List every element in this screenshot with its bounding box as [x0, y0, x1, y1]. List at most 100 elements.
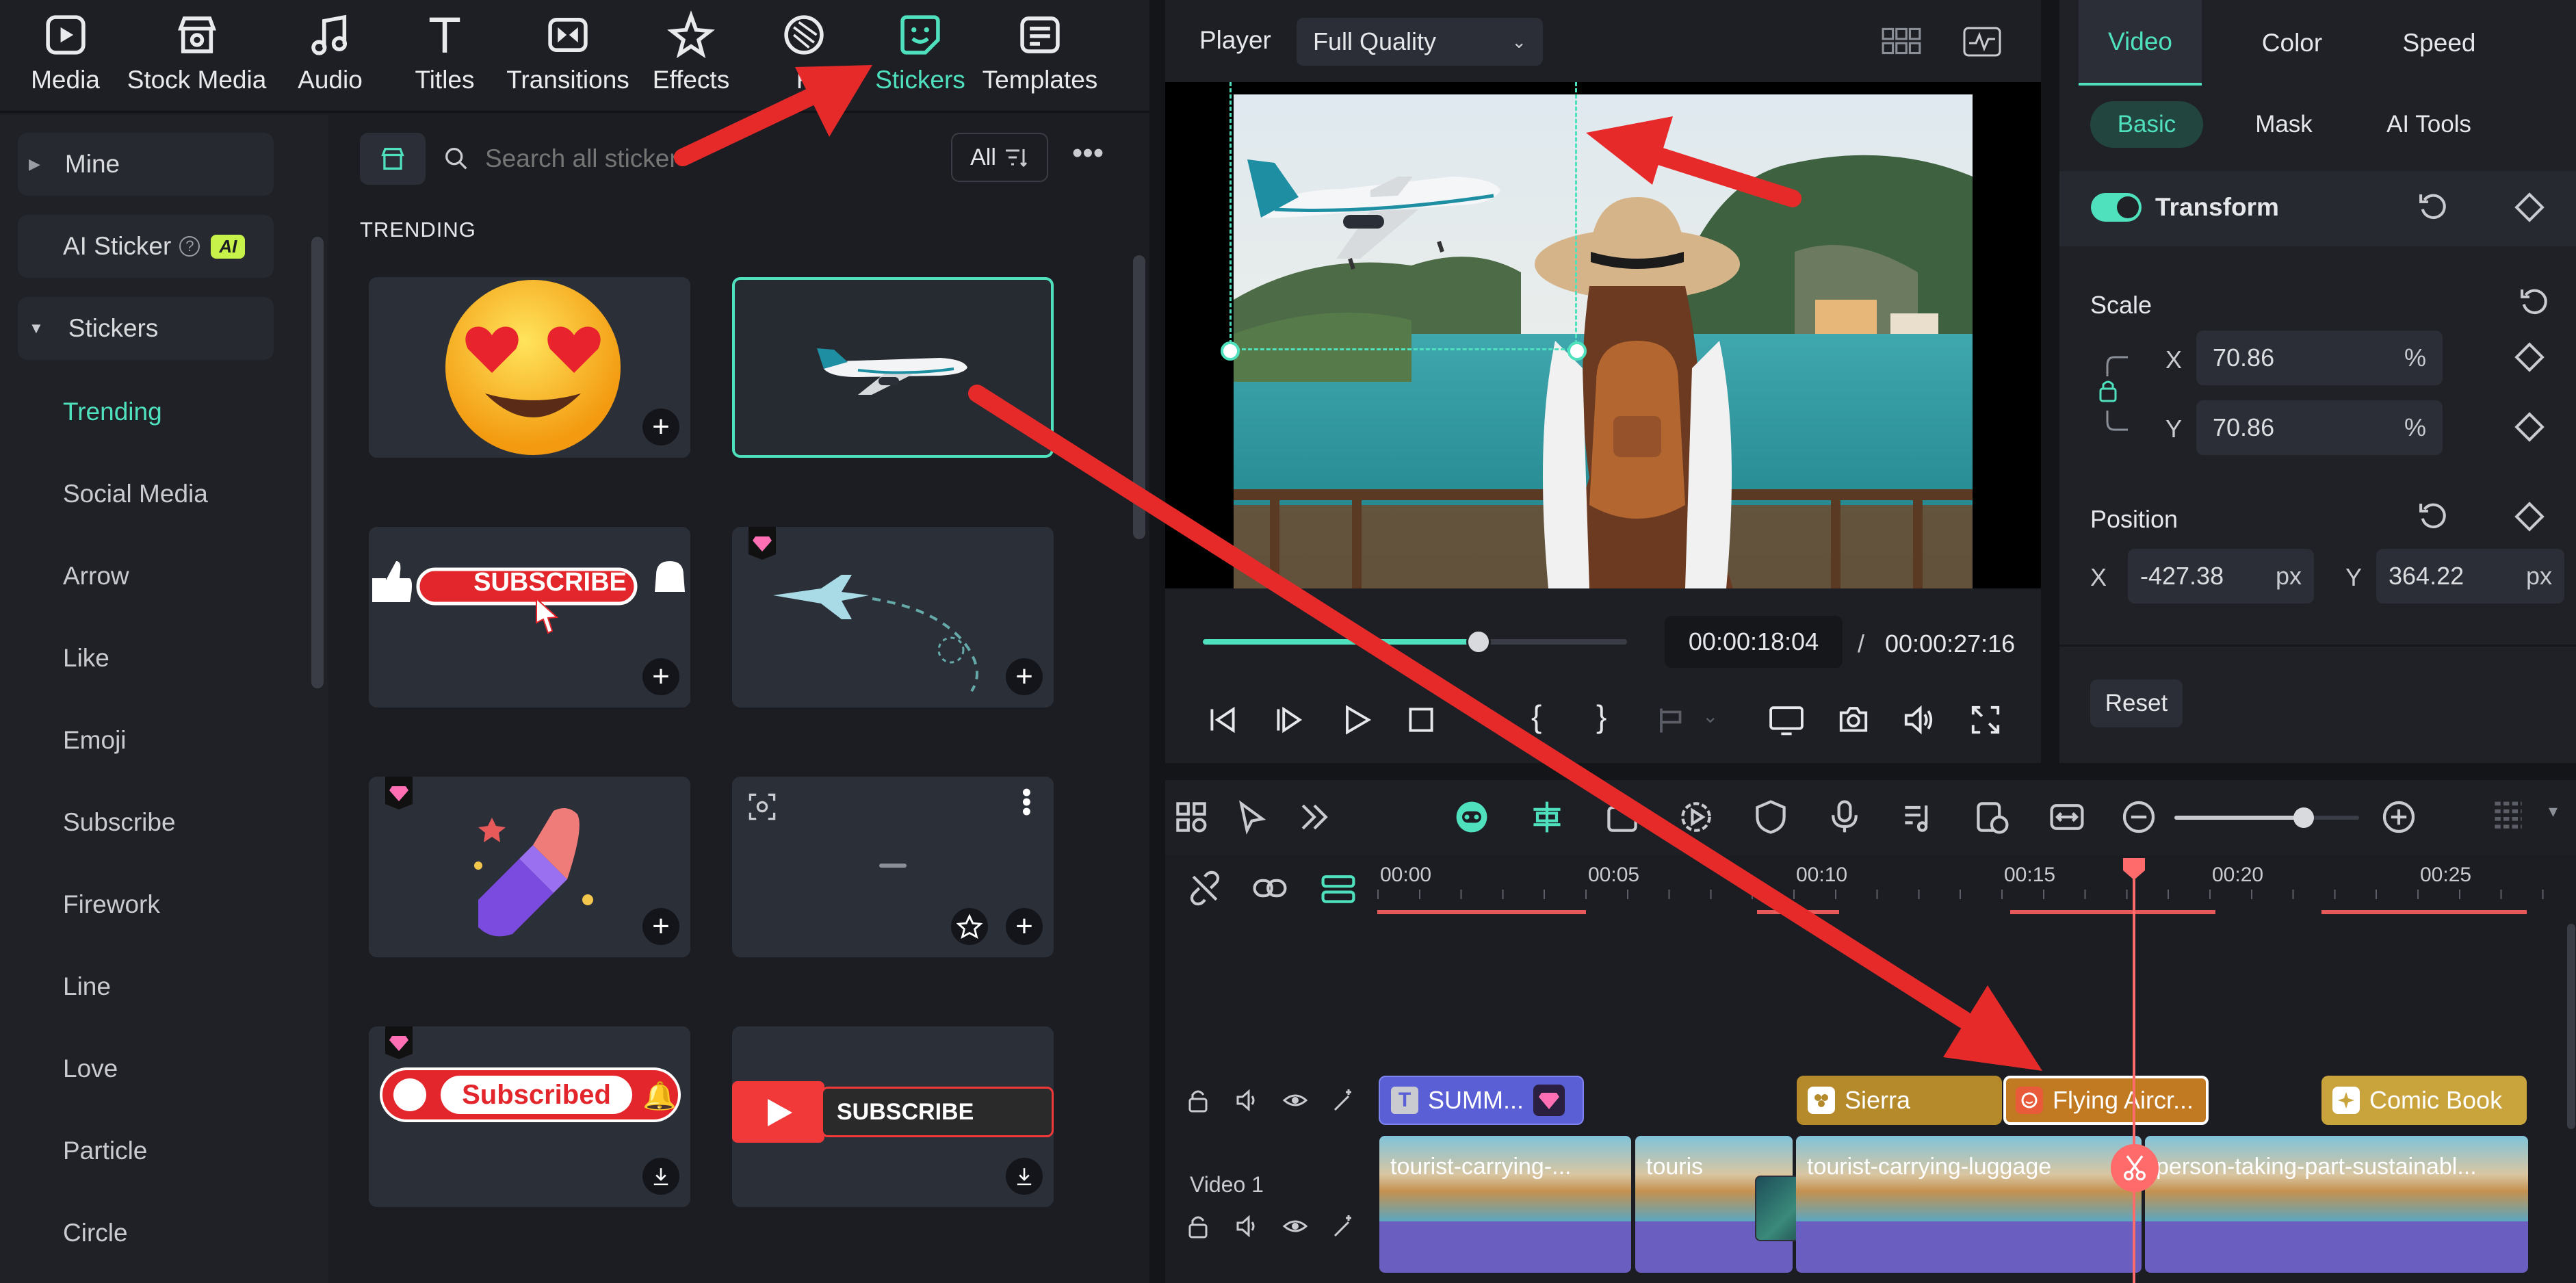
- sidebar-scrollbar[interactable]: [311, 237, 324, 688]
- add-button[interactable]: +: [642, 658, 679, 695]
- sidebar-item-trending[interactable]: Trending: [63, 391, 162, 432]
- reset-icon[interactable]: [2516, 284, 2553, 321]
- grid-scrollbar[interactable]: [1133, 255, 1145, 539]
- nav-filters[interactable]: F: [759, 10, 848, 105]
- sidebar-item-circle[interactable]: Circle: [63, 1213, 128, 1254]
- search-bar[interactable]: [441, 133, 1016, 185]
- microphone-icon[interactable]: [1825, 798, 1864, 836]
- lock-track-icon[interactable]: [1184, 1213, 1212, 1240]
- preview-canvas[interactable]: [1165, 82, 2041, 588]
- timeline-ruler[interactable]: 00:00 00:05 00:10 00:15 00:20 00:25: [1377, 855, 2576, 931]
- fit-width-icon[interactable]: [2048, 798, 2086, 836]
- eye-icon[interactable]: [1282, 1087, 1309, 1114]
- timer-clip-icon[interactable]: [1973, 798, 2011, 836]
- zoom-out-icon[interactable]: [2120, 798, 2158, 836]
- sidebar-item-social-media[interactable]: Social Media: [63, 474, 208, 515]
- nav-audio[interactable]: Audio: [287, 10, 373, 105]
- title-clip[interactable]: T SUMM...: [1379, 1076, 1584, 1125]
- subtab-ai-tools[interactable]: AI Tools: [2371, 101, 2487, 148]
- search-input[interactable]: [485, 144, 772, 173]
- ai-sticker-button[interactable]: AI Sticker ? AI: [18, 215, 274, 278]
- quality-dropdown[interactable]: Full Quality ⌄: [1297, 18, 1543, 66]
- snap-magnet-icon[interactable]: [1528, 798, 1566, 836]
- eye-icon[interactable]: [1282, 1213, 1309, 1240]
- previous-frame-icon[interactable]: [1205, 702, 1240, 738]
- layout-grid-icon[interactable]: [1172, 798, 1210, 836]
- timeline-scrollbar[interactable]: [2567, 924, 2575, 1129]
- scale-x-field[interactable]: 70.86%: [2196, 331, 2443, 385]
- caret-down-icon[interactable]: ▾: [2549, 801, 2558, 822]
- zoom-slider-knob[interactable]: [2293, 807, 2314, 828]
- expand-toolbar-icon[interactable]: [1295, 798, 1333, 836]
- favorite-button[interactable]: [951, 908, 988, 945]
- playhead-handle[interactable]: [2122, 857, 2146, 881]
- download-button[interactable]: [642, 1158, 679, 1195]
- subtab-mask[interactable]: Mask: [2243, 101, 2325, 148]
- sticker-selection-box[interactable]: [1230, 82, 1577, 350]
- video-clip[interactable]: person-taking-part-sustainabl...: [2145, 1136, 2528, 1273]
- volume-icon[interactable]: [1901, 702, 1936, 738]
- keyframe-diamond-icon[interactable]: [2511, 339, 2548, 376]
- snapshot-camera-icon[interactable]: [1836, 702, 1871, 738]
- sticker-card-lipstick[interactable]: +: [369, 777, 690, 957]
- mute-track-icon[interactable]: [1234, 1213, 1261, 1240]
- reset-icon[interactable]: [2415, 189, 2452, 226]
- help-icon[interactable]: ?: [179, 236, 200, 257]
- nav-templates[interactable]: Templates: [982, 10, 1098, 105]
- resize-handle[interactable]: [1567, 341, 1587, 361]
- nav-stock-media[interactable]: Stock Media: [123, 10, 270, 105]
- magic-wand-icon[interactable]: [1329, 1213, 1357, 1240]
- track-manager-icon[interactable]: [1319, 869, 1357, 907]
- grid-view-icon[interactable]: [1880, 25, 1923, 59]
- nav-media[interactable]: Media: [19, 10, 112, 105]
- video-clip[interactable]: tourist-carrying-luggage: [1796, 1136, 2142, 1273]
- add-button[interactable]: +: [1006, 908, 1043, 945]
- sticker-card-subscribe[interactable]: SUBSCRIBE +: [369, 527, 690, 708]
- stop-icon[interactable]: [1403, 702, 1439, 738]
- sidebar-item-particle[interactable]: Particle: [63, 1130, 147, 1171]
- select-cursor-icon[interactable]: [1234, 798, 1272, 836]
- position-y-field[interactable]: 364.22 px: [2376, 549, 2564, 604]
- subtab-basic[interactable]: Basic: [2090, 101, 2203, 148]
- store-button[interactable]: [360, 133, 426, 185]
- stickers-folder[interactable]: ▼ Stickers: [18, 297, 274, 360]
- reset-icon[interactable]: [2415, 498, 2452, 535]
- flying-aircraft-clip[interactable]: Flying Aircr...: [2003, 1076, 2209, 1125]
- playhead-knob[interactable]: [1466, 630, 1491, 654]
- sidebar-item-subscribe[interactable]: Subscribe: [63, 802, 176, 843]
- add-button[interactable]: +: [642, 908, 679, 945]
- video-clip[interactable]: tourist-carrying-...: [1379, 1136, 1631, 1273]
- nav-transitions[interactable]: Transitions: [503, 10, 633, 105]
- sidebar-item-line[interactable]: Line: [63, 966, 111, 1007]
- transform-toggle[interactable]: [2091, 193, 2142, 222]
- add-button[interactable]: +: [1006, 658, 1043, 695]
- shield-icon[interactable]: [1752, 798, 1790, 836]
- fullscreen-icon[interactable]: [1968, 702, 2003, 738]
- sidebar-item-emoji[interactable]: Emoji: [63, 720, 127, 761]
- unlink-icon[interactable]: [1186, 869, 1224, 907]
- sticker-card-tiny-plane[interactable]: ••• +: [732, 777, 1054, 957]
- nav-stickers[interactable]: Stickers: [869, 10, 972, 105]
- sticker-card-dashed-plane[interactable]: +: [732, 527, 1054, 708]
- sticker-card-heart-eyes[interactable]: +: [369, 277, 690, 458]
- mark-out-icon[interactable]: }: [1596, 698, 1606, 735]
- more-options-icon[interactable]: •••: [1067, 138, 1108, 178]
- nav-effects[interactable]: Effects: [647, 10, 736, 105]
- insert-clip-icon[interactable]: [1654, 703, 1689, 738]
- sticker-card-airplane[interactable]: [732, 277, 1054, 458]
- position-x-field[interactable]: -427.38 px: [2128, 549, 2314, 604]
- mine-folder[interactable]: ▶ Mine: [18, 133, 274, 196]
- tab-color[interactable]: Color: [2230, 0, 2354, 86]
- play-icon[interactable]: [1338, 702, 1374, 738]
- lock-ratio-icon[interactable]: [2094, 349, 2135, 438]
- filter-dropdown[interactable]: All: [951, 133, 1048, 182]
- sticker-card-subscribed[interactable]: Subscribed 🔔: [369, 1026, 690, 1207]
- sidebar-item-firework[interactable]: Firework: [63, 884, 160, 925]
- sticker-card-youtube-subscribe[interactable]: SUBSCRIBE: [732, 1026, 1054, 1207]
- mark-in-icon[interactable]: {: [1531, 698, 1541, 735]
- magic-wand-icon[interactable]: [1329, 1087, 1357, 1114]
- display-settings-icon[interactable]: [1767, 702, 1806, 738]
- sidebar-item-like[interactable]: Like: [63, 638, 109, 679]
- sidebar-item-arrow[interactable]: Arrow: [63, 556, 129, 597]
- zoom-in-icon[interactable]: [2380, 798, 2418, 836]
